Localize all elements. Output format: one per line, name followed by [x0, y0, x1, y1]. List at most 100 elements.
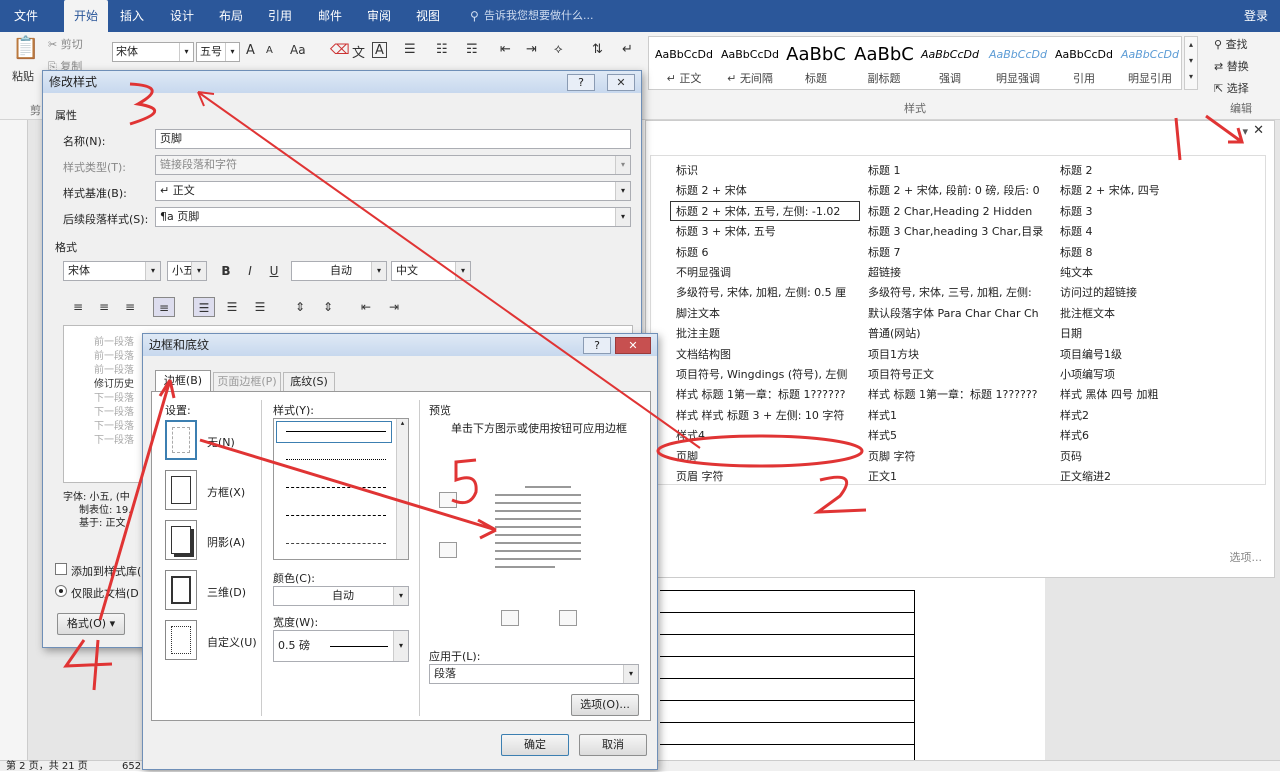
paste-icon[interactable]: 📋 — [12, 36, 39, 61]
style-list-item[interactable]: 访问过的超链接 — [1060, 283, 1235, 303]
style-list-item[interactable]: 标题 7 — [868, 243, 1053, 263]
style-list-item[interactable]: 标题 2 + 宋体, 四号 — [1060, 181, 1235, 201]
gallery-scroll[interactable]: ▴ ▾ ▾ — [1184, 36, 1198, 90]
style-subtitle[interactable]: AaBbC 副标题 — [850, 40, 918, 92]
justify-icon[interactable]: ≡ — [153, 297, 175, 317]
style-list-item[interactable]: 标题 3 Char,heading 3 Char,目录 — [868, 222, 1053, 242]
setting-3d-icon[interactable] — [165, 570, 197, 610]
increase-indent-icon[interactable]: ⇥ — [526, 42, 537, 57]
style-list-item[interactable]: 普通(网站) — [868, 324, 1053, 344]
tab-home[interactable]: 开始 — [64, 0, 108, 32]
shrink-font-button[interactable]: A — [266, 45, 273, 56]
borders-close-button[interactable]: ✕ — [615, 337, 651, 354]
style-list-item[interactable]: 标题 6 — [676, 243, 861, 263]
decrease-indent-icon[interactable]: ⇤ — [500, 42, 511, 57]
tab-insert[interactable]: 插入 — [116, 0, 148, 32]
style-no-spacing[interactable]: AaBbCcDd ↵ 无间隔 — [716, 40, 784, 92]
tell-me-input[interactable]: 告诉我您想要做什么... — [480, 0, 598, 32]
style-quote[interactable]: AaBbCcDd 引用 — [1050, 40, 1118, 92]
style-list-item[interactable]: 样式 黑体 四号 加粗 — [1060, 385, 1235, 405]
style-list-item[interactable]: 标题 3 — [1060, 202, 1235, 222]
setting-custom-label[interactable]: 自定义(U) — [207, 634, 257, 650]
char-border-icon[interactable]: A — [372, 42, 387, 58]
style-list-item[interactable]: 不明显强调 — [676, 263, 861, 283]
apply-to-select[interactable]: 段落 ▾ — [429, 664, 639, 684]
align-right-icon[interactable]: ≡ — [119, 297, 141, 317]
double-spacing-icon[interactable]: ☰ — [249, 297, 271, 317]
tab-design[interactable]: 设计 — [166, 0, 198, 32]
bold-button[interactable]: B — [215, 261, 237, 281]
change-case-button[interactable]: Aa — [290, 43, 306, 57]
pane-options-arrow[interactable]: ▾ — [1242, 125, 1248, 138]
style-list-item[interactable]: 样式 标题 1第一章：标题 1?????? — [868, 385, 1053, 405]
only-doc-radio[interactable] — [55, 585, 67, 597]
pane-close-icon[interactable]: ✕ — [1253, 123, 1264, 138]
style-list-item[interactable]: 批注主题 — [676, 324, 861, 344]
single-spacing-icon[interactable]: ☰ — [193, 297, 215, 317]
style-list-item[interactable]: 脚注文本 — [676, 304, 861, 324]
numbering-icon[interactable]: ☷ — [436, 42, 448, 57]
bullets-icon[interactable]: ☰ — [404, 42, 416, 57]
style-list-item[interactable]: 样式 样式 标题 3 + 左侧: 10 字符 — [676, 406, 861, 426]
style-list-item[interactable]: 标题 2 — [1060, 161, 1235, 181]
style-list-item[interactable]: 日期 — [1060, 324, 1235, 344]
style-list-item[interactable]: 页眉 字符 — [676, 467, 861, 487]
setting-box-icon[interactable] — [165, 470, 197, 510]
setting-none-label[interactable]: 无(N) — [207, 434, 235, 450]
tab-mailings[interactable]: 邮件 — [314, 0, 346, 32]
style-list-item[interactable]: 页码 — [1060, 447, 1235, 467]
style-list-item[interactable]: 页脚 字符 — [868, 447, 1053, 467]
border-preview-area[interactable] — [495, 486, 583, 576]
tab-view[interactable]: 视图 — [412, 0, 444, 32]
align-center-icon[interactable]: ≡ — [93, 297, 115, 317]
tab-file[interactable]: 文件 — [10, 0, 42, 32]
tab-borders[interactable]: 边框(B) — [155, 370, 211, 392]
style-list-item[interactable]: 样式4 — [676, 426, 861, 446]
setting-custom-icon[interactable] — [165, 620, 197, 660]
style-list-item[interactable]: 标识 — [676, 161, 861, 181]
style-list-item[interactable]: 小项编写项 — [1060, 365, 1235, 385]
style-list-item[interactable]: 样式5 — [868, 426, 1053, 446]
align-left-icon[interactable]: ≡ — [67, 297, 89, 317]
signin-link[interactable]: 登录 — [1240, 0, 1272, 32]
format-button[interactable]: 格式(O) ▾ — [57, 613, 125, 635]
style-list-item[interactable]: 多级符号, 宋体, 加粗, 左侧: 0.5 厘 — [676, 283, 861, 303]
add-gallery-checkbox[interactable] — [55, 563, 67, 575]
phonetic-icon[interactable]: 文 — [352, 42, 365, 61]
dlg-size-select[interactable]: 小五 ▾ — [167, 261, 207, 281]
style-list-item[interactable]: 文档结构图 — [676, 345, 861, 365]
sort-icon[interactable]: ⇅ — [592, 42, 603, 57]
underline-button[interactable]: U — [263, 261, 285, 281]
name-input[interactable]: 页脚 — [155, 129, 631, 149]
style-intense-quote[interactable]: AaBbCcDd 明显引用 — [1116, 40, 1184, 92]
modify-close-button[interactable]: ✕ — [607, 74, 635, 91]
ok-button[interactable]: 确定 — [501, 734, 569, 756]
show-marks-icon[interactable]: ↵ — [622, 42, 633, 57]
setting-3d-label[interactable]: 三维(D) — [207, 584, 246, 600]
dlg-increase-indent-icon[interactable]: ⇥ — [383, 297, 405, 317]
borders-help-button[interactable]: ? — [583, 337, 611, 354]
style-normal[interactable]: AaBbCcDd ↵ 正文 — [650, 40, 718, 92]
setting-shadow-label[interactable]: 阴影(A) — [207, 534, 245, 550]
font-color-select[interactable]: 自动 ▾ — [291, 261, 387, 281]
tab-shading[interactable]: 底纹(S) — [283, 372, 335, 392]
font-size-combo[interactable]: 五号 ▾ — [196, 42, 240, 62]
style-list-item[interactable]: 超链接 — [868, 263, 1053, 283]
style-list-item[interactable]: 样式1 — [868, 406, 1053, 426]
clear-format-icon[interactable]: ⌫ — [330, 42, 350, 58]
space-after-icon[interactable]: ⇕ — [317, 297, 339, 317]
paste-button[interactable]: 粘贴 — [12, 68, 34, 84]
style-list-item[interactable]: 标题 1 — [868, 161, 1053, 181]
style-list-item[interactable]: 默认段落字体 Para Char Char Ch — [868, 304, 1053, 324]
style-list-item[interactable]: 正文缩进2 — [1060, 467, 1235, 487]
tab-layout[interactable]: 布局 — [215, 0, 247, 32]
multilevel-icon[interactable]: ☶ — [466, 42, 478, 57]
bottom-border-button[interactable] — [439, 542, 457, 558]
style-intense-emphasis[interactable]: AaBbCcDd 明显强调 — [984, 40, 1052, 92]
top-border-button[interactable] — [439, 492, 457, 508]
based-on-select[interactable]: ↵ 正文 ▾ — [155, 181, 631, 201]
style-title[interactable]: AaBbC 标题 — [782, 40, 850, 92]
style-list-item[interactable]: 标题 2 + 宋体 — [676, 181, 861, 201]
style-list-item[interactable]: 样式6 — [1060, 426, 1235, 446]
setting-none-icon[interactable] — [165, 420, 197, 460]
